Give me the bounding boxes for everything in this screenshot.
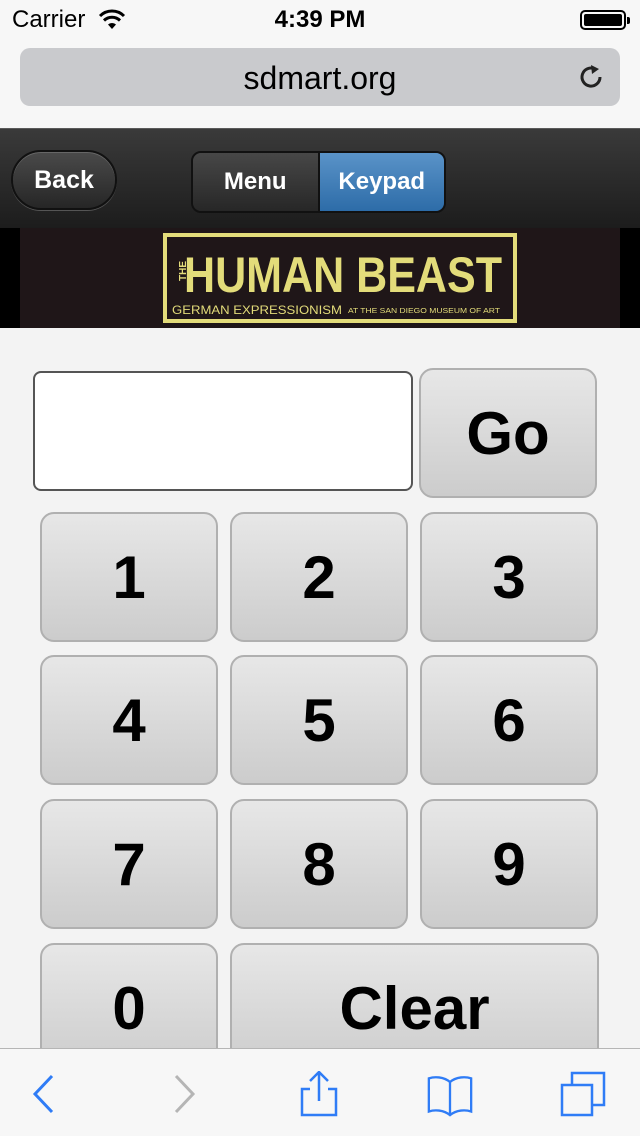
key-6[interactable]: 6 bbox=[420, 655, 598, 785]
svg-text:AT THE SAN DIEGO MUSEUM OF ART: AT THE SAN DIEGO MUSEUM OF ART bbox=[348, 308, 501, 315]
back-button[interactable]: Back bbox=[11, 150, 117, 210]
status-time: 4:39 PM bbox=[274, 6, 366, 33]
exhibition-banner: HUMAN BEAST THE GERMAN EXPRESSIONISM AT … bbox=[0, 228, 640, 328]
forward-arrow-icon[interactable] bbox=[160, 1071, 206, 1117]
svg-text:THE: THE bbox=[178, 261, 189, 281]
share-icon[interactable] bbox=[296, 1071, 342, 1117]
tab-menu[interactable]: Menu bbox=[193, 153, 320, 211]
top-chrome: Carrier 4:39 PM sdmart.org bbox=[0, 0, 640, 128]
reload-icon[interactable] bbox=[576, 62, 606, 92]
browser-bottom-toolbar bbox=[0, 1048, 640, 1136]
go-button[interactable]: Go bbox=[419, 368, 597, 498]
svg-text:HUMAN BEAST: HUMAN BEAST bbox=[184, 247, 502, 303]
browser-screen: Carrier 4:39 PM sdmart.org Back Menu Key… bbox=[0, 0, 640, 1136]
banner-background: HUMAN BEAST THE GERMAN EXPRESSIONISM AT … bbox=[20, 228, 620, 328]
key-7[interactable]: 7 bbox=[40, 799, 218, 929]
tab-keypad[interactable]: Keypad bbox=[319, 153, 444, 211]
view-segmented-control: Menu Keypad bbox=[191, 151, 446, 213]
back-arrow-icon[interactable] bbox=[22, 1071, 68, 1117]
battery-icon bbox=[580, 10, 630, 30]
human-beast-logo: HUMAN BEAST THE GERMAN EXPRESSIONISM AT … bbox=[163, 233, 517, 323]
key-1[interactable]: 1 bbox=[40, 512, 218, 642]
key-2[interactable]: 2 bbox=[230, 512, 408, 642]
address-bar[interactable]: sdmart.org bbox=[20, 48, 620, 106]
bookmarks-icon[interactable] bbox=[427, 1071, 473, 1117]
code-input[interactable] bbox=[33, 371, 413, 491]
svg-text:GERMAN EXPRESSIONISM: GERMAN EXPRESSIONISM bbox=[172, 303, 342, 317]
site-toolbar: Back Menu Keypad bbox=[0, 128, 640, 229]
key-4[interactable]: 4 bbox=[40, 655, 218, 785]
key-8[interactable]: 8 bbox=[230, 799, 408, 929]
url-text: sdmart.org bbox=[243, 60, 397, 96]
key-3[interactable]: 3 bbox=[420, 512, 598, 642]
tabs-icon[interactable] bbox=[560, 1071, 606, 1117]
status-bar: Carrier 4:39 PM bbox=[0, 0, 640, 40]
keypad-area: Go 1 2 3 4 5 6 7 8 9 0 Clear bbox=[0, 328, 640, 1073]
key-9[interactable]: 9 bbox=[420, 799, 598, 929]
key-5[interactable]: 5 bbox=[230, 655, 408, 785]
